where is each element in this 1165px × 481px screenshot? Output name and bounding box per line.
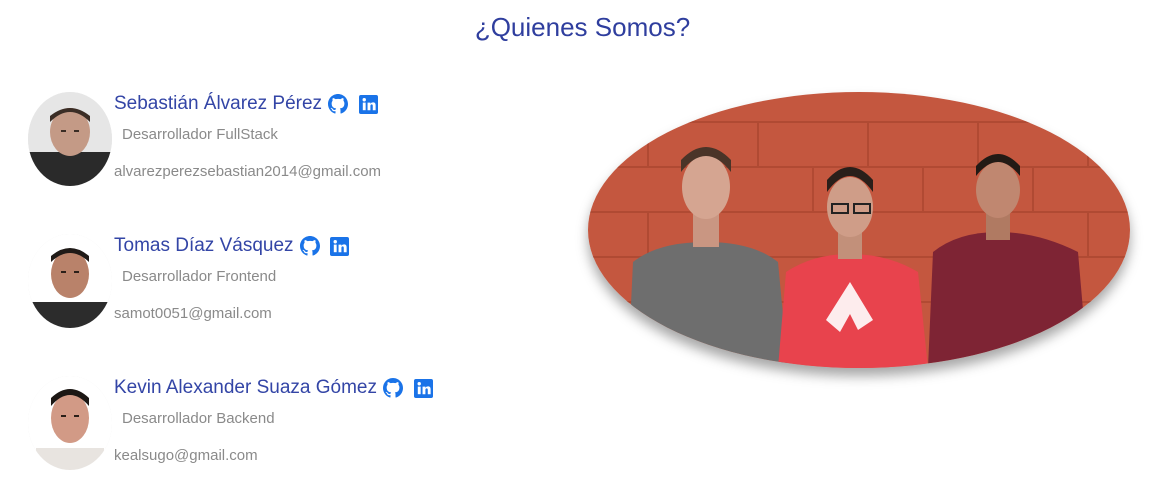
member-email: kealsugo@gmail.com (114, 447, 258, 464)
page-title: ¿Quienes Somos? (474, 12, 691, 42)
member-name: Sebastián Álvarez Pérez (114, 93, 323, 114)
avatar (28, 92, 112, 186)
member-email: samot0051@gmail.com (114, 305, 272, 322)
github-icon[interactable] (328, 94, 349, 114)
member-card: Kevin Alexander Suaza Gómez Desarrollado… (28, 376, 548, 481)
team-photo (588, 92, 1130, 368)
linkedin-icon[interactable] (358, 94, 378, 114)
member-card: Tomas Díaz Vásquez Desarrollador Fronten… (28, 234, 548, 344)
member-name: Tomas Díaz Vásquez (114, 235, 294, 256)
member-card: Sebastián Álvarez Pérez Desarrollador Fu… (28, 92, 548, 202)
member-email: alvarezperezsebastian2014@gmail.com (114, 163, 382, 180)
github-icon[interactable] (383, 378, 403, 398)
member-role: Desarrollador FullStack (122, 126, 278, 143)
avatar (28, 376, 112, 470)
member-role: Desarrollador Frontend (122, 268, 277, 285)
linkedin-icon[interactable] (330, 236, 350, 256)
member-role: Desarrollador Backend (122, 410, 275, 427)
avatar (28, 234, 112, 328)
member-name: Kevin Alexander Suaza Gómez (114, 377, 377, 398)
linkedin-icon[interactable] (413, 378, 433, 398)
github-icon[interactable] (299, 236, 320, 256)
